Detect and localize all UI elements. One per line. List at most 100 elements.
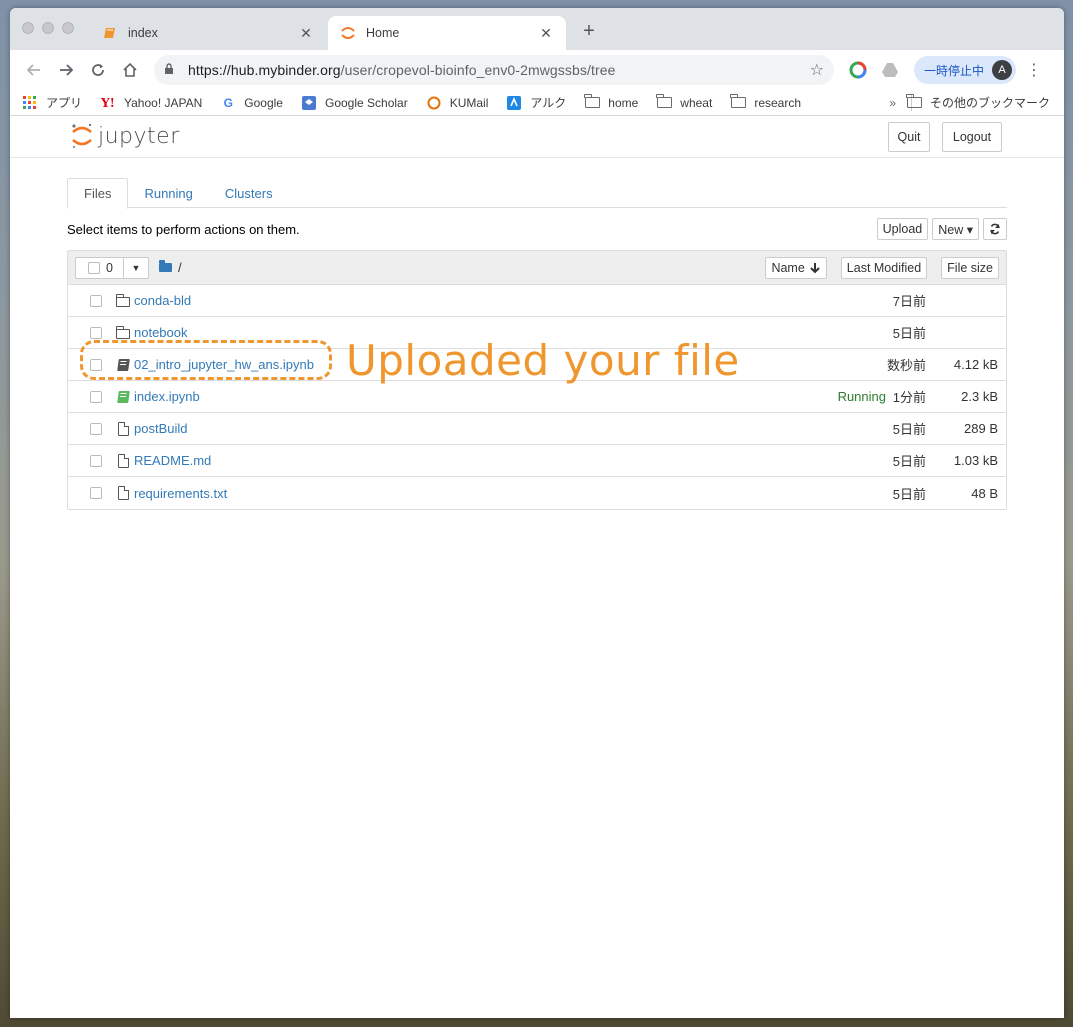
file-name-link[interactable]: postBuild [134, 421, 187, 436]
arrow-down-icon [810, 263, 820, 274]
drive-icon[interactable] [874, 54, 906, 86]
bookmark-google[interactable]: G Google [220, 96, 283, 110]
alc-icon [506, 95, 522, 110]
select-all-group: 0 ▼ [75, 256, 149, 279]
new-dropdown-button[interactable]: New ▾ [932, 218, 979, 240]
bookmark-label: アプリ [46, 96, 83, 110]
row-checkbox[interactable] [90, 422, 102, 435]
bookmark-research-folder[interactable]: research [730, 94, 802, 110]
file-modified: 5日前 [892, 422, 926, 437]
close-tab-icon[interactable]: ✕ [298, 25, 314, 42]
bookmark-label: Yahoo! JAPAN [124, 95, 203, 110]
file-name-link[interactable]: README.md [134, 453, 211, 468]
file-modified: 5日前 [892, 326, 926, 341]
logout-button[interactable]: Logout [942, 122, 1002, 152]
tab-running[interactable]: Running [128, 178, 208, 208]
quit-button[interactable]: Quit [888, 122, 930, 152]
bookmark-label: research [754, 95, 802, 110]
url-host: https://hub.mybinder.org [188, 62, 341, 78]
row-checkbox[interactable] [90, 326, 102, 339]
browser-menu-icon[interactable]: ⋮ [1022, 60, 1046, 80]
file-row[interactable]: requirements.txt 5日前 48 B [68, 477, 1006, 509]
apps-grid-icon [22, 95, 38, 110]
yahoo-icon: Y! [101, 95, 115, 110]
file-row[interactable]: conda-bld 7日前 [68, 285, 1006, 317]
annotation-highlight-ring [80, 340, 332, 380]
file-icon [116, 486, 130, 500]
bookmark-apps[interactable]: アプリ [22, 94, 82, 111]
bookmark-yahoo[interactable]: Y! Yahoo! JAPAN [100, 96, 202, 110]
file-name-link[interactable]: conda-bld [134, 293, 191, 308]
maximize-window-button[interactable] [62, 22, 74, 34]
bookmark-kumail[interactable]: KUMail [426, 96, 488, 110]
bookmark-label: home [608, 95, 639, 110]
file-size: 48 B [971, 485, 998, 501]
bookmark-google-scholar[interactable]: Google Scholar [301, 95, 408, 110]
breadcrumb[interactable]: / [159, 260, 182, 275]
checkbox[interactable] [88, 261, 100, 274]
jupyter-wordmark: jupyter [98, 123, 180, 149]
selected-count: 0 [106, 260, 113, 275]
file-row[interactable]: postBuild 5日前 289 B [68, 413, 1006, 445]
bookmarks-overflow-button[interactable]: » [889, 96, 896, 110]
select-dropdown-icon[interactable]: ▼ [124, 258, 148, 278]
browser-tab-index[interactable]: index ✕ [90, 16, 326, 50]
other-bookmarks-folder[interactable]: その他のブックマーク [906, 94, 1050, 111]
file-row[interactable]: README.md 5日前 1.03 kB [68, 445, 1006, 477]
jupyter-logo[interactable]: jupyter [70, 122, 180, 150]
forward-icon[interactable] [50, 54, 82, 86]
refresh-button[interactable] [983, 218, 1007, 240]
file-name-link[interactable]: index.ipynb [134, 389, 200, 404]
notebook-favicon-icon [102, 25, 118, 41]
annotation-text: Uploaded your file [346, 336, 740, 385]
folder-icon [906, 94, 922, 108]
sort-size-button[interactable]: File size [941, 257, 999, 279]
bookmark-home-folder[interactable]: home [584, 94, 639, 110]
bookmark-star-icon[interactable]: ☆ [810, 60, 824, 80]
jupyter-logo-icon [72, 123, 92, 149]
row-checkbox[interactable] [90, 294, 102, 307]
row-checkbox[interactable] [90, 454, 102, 467]
file-size: 289 B [964, 421, 998, 436]
tab-clusters[interactable]: Clusters [209, 178, 289, 208]
address-bar[interactable]: https://hub.mybinder.org/user/cropevol-b… [154, 55, 834, 85]
select-all-checkbox[interactable]: 0 [76, 257, 124, 278]
file-size: 2.3 kB [961, 389, 998, 404]
file-modified: 数秒前 [886, 358, 926, 373]
upload-button[interactable]: Upload [876, 218, 929, 240]
bookmark-wheat-folder[interactable]: wheat [656, 94, 713, 110]
file-row[interactable]: index.ipynb Running 1分前 2.3 kB [68, 381, 1006, 413]
sort-modified-button[interactable]: Last Modified [840, 257, 928, 279]
bookmark-label: wheat [680, 95, 713, 110]
reload-icon[interactable] [82, 54, 114, 86]
file-size: 1.03 kB [953, 453, 998, 468]
scholar-icon [301, 95, 317, 110]
file-modified: 5日前 [892, 454, 926, 469]
browser-toolbar: https://hub.mybinder.org/user/cropevol-b… [10, 50, 1064, 90]
row-checkbox[interactable] [90, 390, 102, 403]
close-tab-icon[interactable]: ✕ [538, 25, 554, 42]
minimize-window-button[interactable] [42, 22, 54, 34]
file-name-link[interactable]: notebook [134, 325, 188, 340]
new-tab-icon[interactable]: + [578, 20, 600, 43]
back-icon[interactable] [18, 54, 50, 86]
close-window-button[interactable] [22, 22, 34, 34]
sort-name-button[interactable]: Name [765, 257, 827, 279]
bookmark-label: その他のブックマーク [929, 96, 1050, 110]
extension-color-icon[interactable] [842, 54, 874, 86]
tab-strip: index ✕ Home ✕ + [10, 8, 1064, 50]
tab-files[interactable]: Files [67, 178, 129, 209]
tab-title: Home [366, 26, 400, 40]
folder-icon [116, 293, 130, 308]
row-checkbox[interactable] [90, 487, 102, 499]
home-icon[interactable] [114, 54, 146, 86]
jupyter-tabs: Files Running Clusters [67, 178, 1007, 209]
browser-tab-home[interactable]: Home ✕ [328, 16, 566, 50]
file-name-link[interactable]: requirements.txt [134, 486, 227, 501]
file-actions-bar: Select items to perform actions on them.… [67, 208, 1007, 250]
bookmark-alc[interactable]: アルク [506, 94, 566, 111]
profile-paused-button[interactable]: 一時停止中 A [914, 56, 1017, 84]
google-icon: G [223, 95, 233, 110]
file-modified: 5日前 [892, 486, 926, 502]
tab-title: index [128, 26, 158, 40]
